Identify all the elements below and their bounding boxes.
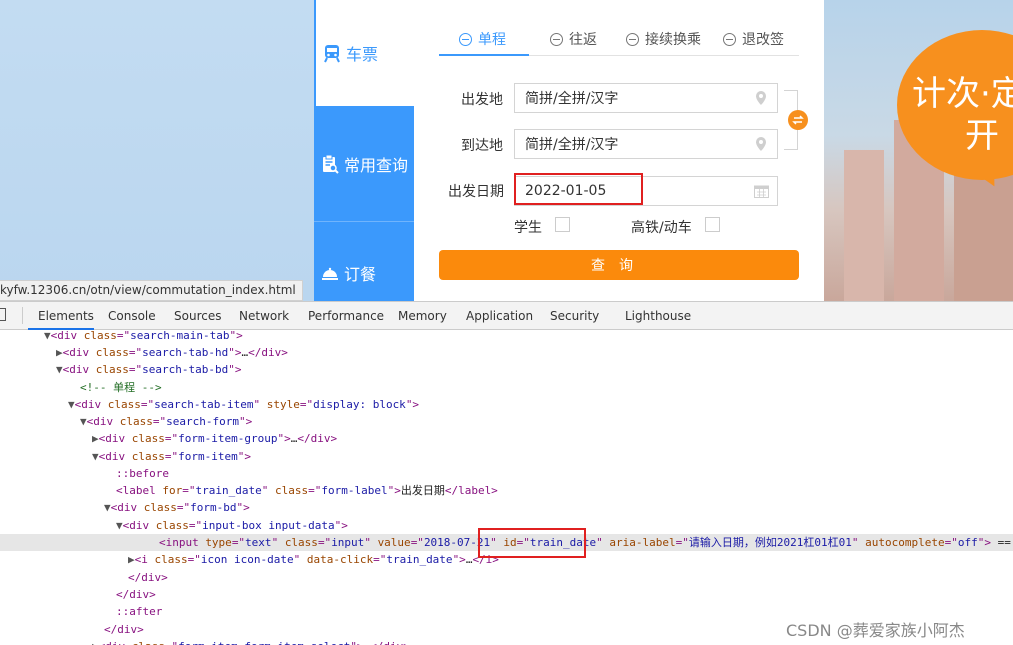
from-station-input[interactable]: 简拼/全拼/汉字 xyxy=(514,83,778,113)
dom-node-close-div[interactable]: </div> xyxy=(128,569,1013,586)
dom-node-label[interactable]: <label for="train_date" class="form-labe… xyxy=(116,482,1013,499)
swap-arrows-icon xyxy=(792,115,804,125)
tab-console[interactable]: Console xyxy=(108,309,156,323)
tab-lighthouse[interactable]: Lighthouse xyxy=(625,309,691,323)
devtools-tab-bar: Elements Console Sources Network Perform… xyxy=(0,302,1013,330)
list-circle-icon xyxy=(723,32,736,46)
tab-sources[interactable]: Sources xyxy=(174,309,221,323)
dom-node-search-main-tab[interactable]: ▼<div class="search-main-tab"> xyxy=(44,327,1013,344)
ticket-search-panel: 单程 往返 接续换乘 退改签 出发地 简拼/全拼/汉字 到达地 简拼/全拼/汉字… xyxy=(414,0,824,301)
query-button[interactable]: 查询 xyxy=(439,250,799,280)
tab-label: 往返 xyxy=(569,32,597,48)
train-icon xyxy=(324,45,340,63)
minus-circle-icon xyxy=(459,32,472,46)
dom-node-search-tab-hd[interactable]: ▶<div class="search-tab-hd">…</div> xyxy=(56,344,1013,361)
web-page-viewport: 计次·定 开 车票 常用查询 订餐 单程 往返 接续换乘 退改签 出发地 简拼/… xyxy=(0,0,1013,301)
meal-icon xyxy=(322,267,338,280)
dom-node-search-tab-bd[interactable]: ▼<div class="search-tab-bd"> xyxy=(56,361,1013,378)
gaotie-label: 高铁/动车 xyxy=(631,220,692,236)
to-station-value: 简拼/全拼/汉字 xyxy=(525,137,619,153)
menu-item-common-query[interactable]: 常用查询 xyxy=(314,106,414,222)
departure-date-label: 出发日期 xyxy=(448,184,504,200)
tab-label: 退改签 xyxy=(742,32,784,48)
menu-item-meal[interactable]: 订餐 xyxy=(314,222,414,301)
dom-node-form-item[interactable]: ▼<div class="form-item"> xyxy=(92,448,1013,465)
tab-network[interactable]: Network xyxy=(239,309,289,323)
location-pin-icon[interactable] xyxy=(755,91,767,105)
menu-item-ticket[interactable]: 车票 xyxy=(314,0,414,106)
to-station-label: 到达地 xyxy=(461,138,503,154)
equals-circle-icon xyxy=(550,32,563,46)
active-tab-indicator xyxy=(439,54,529,56)
tab-performance[interactable]: Performance xyxy=(308,309,384,323)
location-pin-icon[interactable] xyxy=(755,137,767,151)
refresh-circle-icon xyxy=(626,32,639,46)
side-menu: 车票 常用查询 订餐 xyxy=(314,0,414,301)
status-bar-url: kyfw.12306.cn/otn/view/commutation_index… xyxy=(0,280,303,301)
toolbar-divider xyxy=(22,307,23,324)
tab-label: 单程 xyxy=(478,32,506,48)
dom-node-search-form[interactable]: ▼<div class="search-form"> xyxy=(80,413,1013,430)
menu-item-label: 常用查询 xyxy=(344,155,409,175)
watermark: CSDN @葬爱家族小阿杰 xyxy=(786,621,965,640)
tab-security[interactable]: Security xyxy=(550,309,599,323)
id-annotation-box xyxy=(478,528,586,558)
menu-item-label: 订餐 xyxy=(344,264,377,284)
dom-node-form-bd[interactable]: ▼<div class="form-bd"> xyxy=(104,499,1013,516)
trip-type-tabs: 单程 往返 接续换乘 退改签 xyxy=(439,24,799,56)
swap-stations-button[interactable] xyxy=(788,110,808,130)
dom-node-form-item-group[interactable]: ▶<div class="form-item-group">…</div> xyxy=(92,430,1013,447)
tab-refund-change[interactable]: 退改签 xyxy=(723,29,784,49)
dom-node-search-tab-item[interactable]: ▼<div class="search-tab-item" style="dis… xyxy=(68,396,1013,413)
menu-item-label: 车票 xyxy=(346,45,379,64)
tab-elements[interactable]: Elements xyxy=(38,309,94,323)
gaotie-checkbox[interactable] xyxy=(705,217,720,232)
date-annotation-box xyxy=(514,173,643,205)
student-checkbox[interactable] xyxy=(555,217,570,232)
tab-application[interactable]: Application xyxy=(466,309,533,323)
to-station-input[interactable]: 简拼/全拼/汉字 xyxy=(514,129,778,159)
tab-memory[interactable]: Memory xyxy=(398,309,447,323)
calendar-icon[interactable] xyxy=(754,184,769,198)
student-label: 学生 xyxy=(514,220,542,236)
tab-single-trip[interactable]: 单程 xyxy=(459,29,506,49)
dom-node-comment[interactable]: <!-- 单程 --> xyxy=(80,379,1013,396)
tab-transfer[interactable]: 接续换乘 xyxy=(626,29,701,49)
promo-text-line2: 开 xyxy=(965,116,999,156)
dom-node-before[interactable]: ::before xyxy=(116,465,1013,482)
tab-label: 接续换乘 xyxy=(645,32,701,48)
tab-round-trip[interactable]: 往返 xyxy=(550,29,597,49)
from-station-value: 简拼/全拼/汉字 xyxy=(525,91,619,107)
from-station-label: 出发地 xyxy=(461,92,503,108)
inspect-element-icon[interactable] xyxy=(0,308,6,321)
dom-node-close-div[interactable]: </div> xyxy=(116,586,1013,603)
background-left xyxy=(0,0,314,301)
clipboard-search-icon xyxy=(323,154,339,174)
